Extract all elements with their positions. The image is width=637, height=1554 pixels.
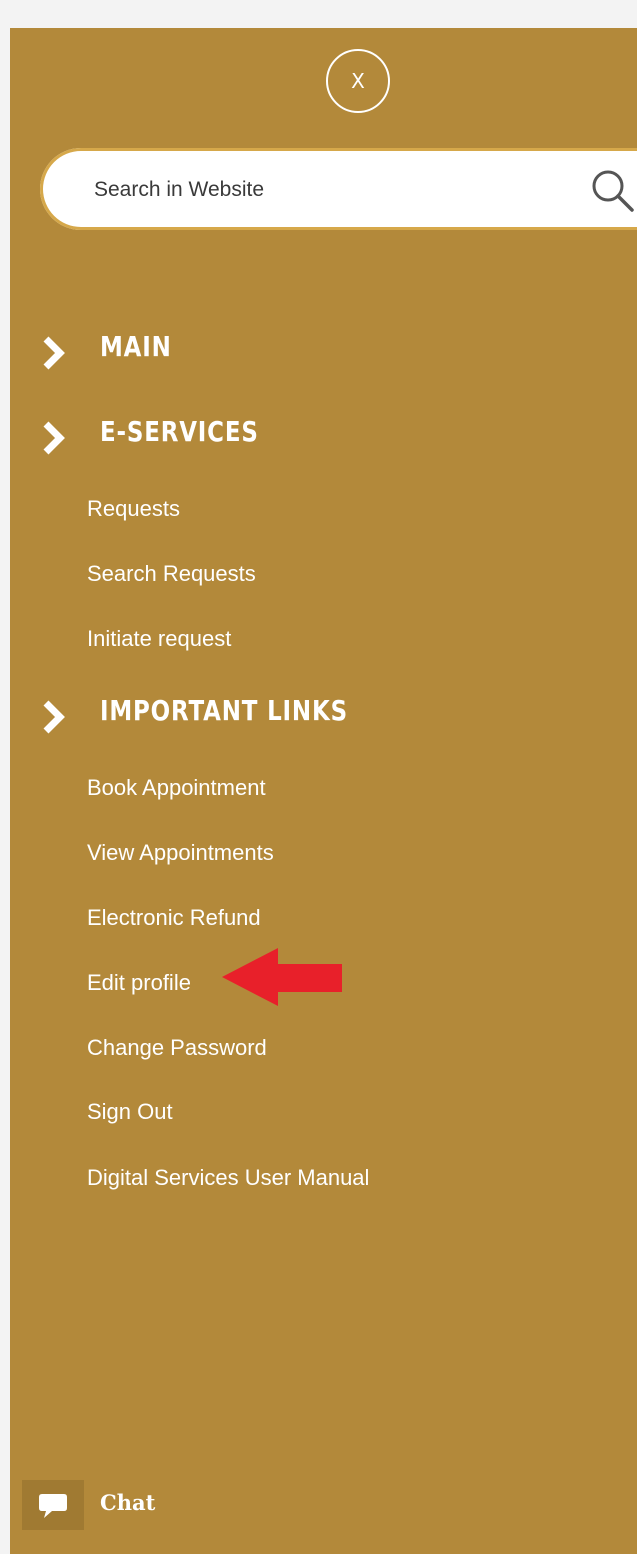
link-edit-profile[interactable]: Edit profile xyxy=(87,970,191,996)
section-e-services[interactable]: E-SERVICES xyxy=(10,413,637,461)
link-requests[interactable]: Requests xyxy=(87,496,180,522)
link-electronic-refund[interactable]: Electronic Refund xyxy=(87,905,261,931)
link-search-requests[interactable]: Search Requests xyxy=(87,561,256,587)
red-arrow-annotation xyxy=(222,948,342,1006)
link-sign-out[interactable]: Sign Out xyxy=(87,1099,173,1125)
search-box xyxy=(40,148,637,230)
section-label-important-links: IMPORTANT LINKS xyxy=(100,694,348,727)
link-change-password[interactable]: Change Password xyxy=(87,1035,267,1061)
chat-label: Chat xyxy=(100,1490,156,1515)
link-initiate-request[interactable]: Initiate request xyxy=(87,626,231,652)
chevron-right-icon xyxy=(43,336,65,370)
chat-bubble-icon xyxy=(39,1494,67,1518)
section-important-links[interactable]: IMPORTANT LINKS xyxy=(10,692,637,740)
chevron-right-icon xyxy=(43,421,65,455)
close-menu-button[interactable]: X xyxy=(326,49,390,113)
link-book-appointment[interactable]: Book Appointment xyxy=(87,775,266,801)
link-view-appointments[interactable]: View Appointments xyxy=(87,840,274,866)
search-icon[interactable] xyxy=(590,168,634,212)
top-strip xyxy=(0,0,637,28)
chevron-right-icon xyxy=(43,700,65,734)
search-input[interactable] xyxy=(92,166,556,214)
side-menu-panel: X MAIN E-SERVICES Requests Search Reques… xyxy=(10,28,637,1554)
chat-button[interactable]: Chat xyxy=(22,1480,222,1530)
link-digital-services-user-manual[interactable]: Digital Services User Manual xyxy=(87,1165,369,1191)
section-main[interactable]: MAIN xyxy=(10,328,637,376)
close-icon: X xyxy=(351,69,365,93)
section-label-main: MAIN xyxy=(100,330,172,363)
chat-icon-box xyxy=(22,1480,84,1530)
section-label-e-services: E-SERVICES xyxy=(100,415,259,448)
